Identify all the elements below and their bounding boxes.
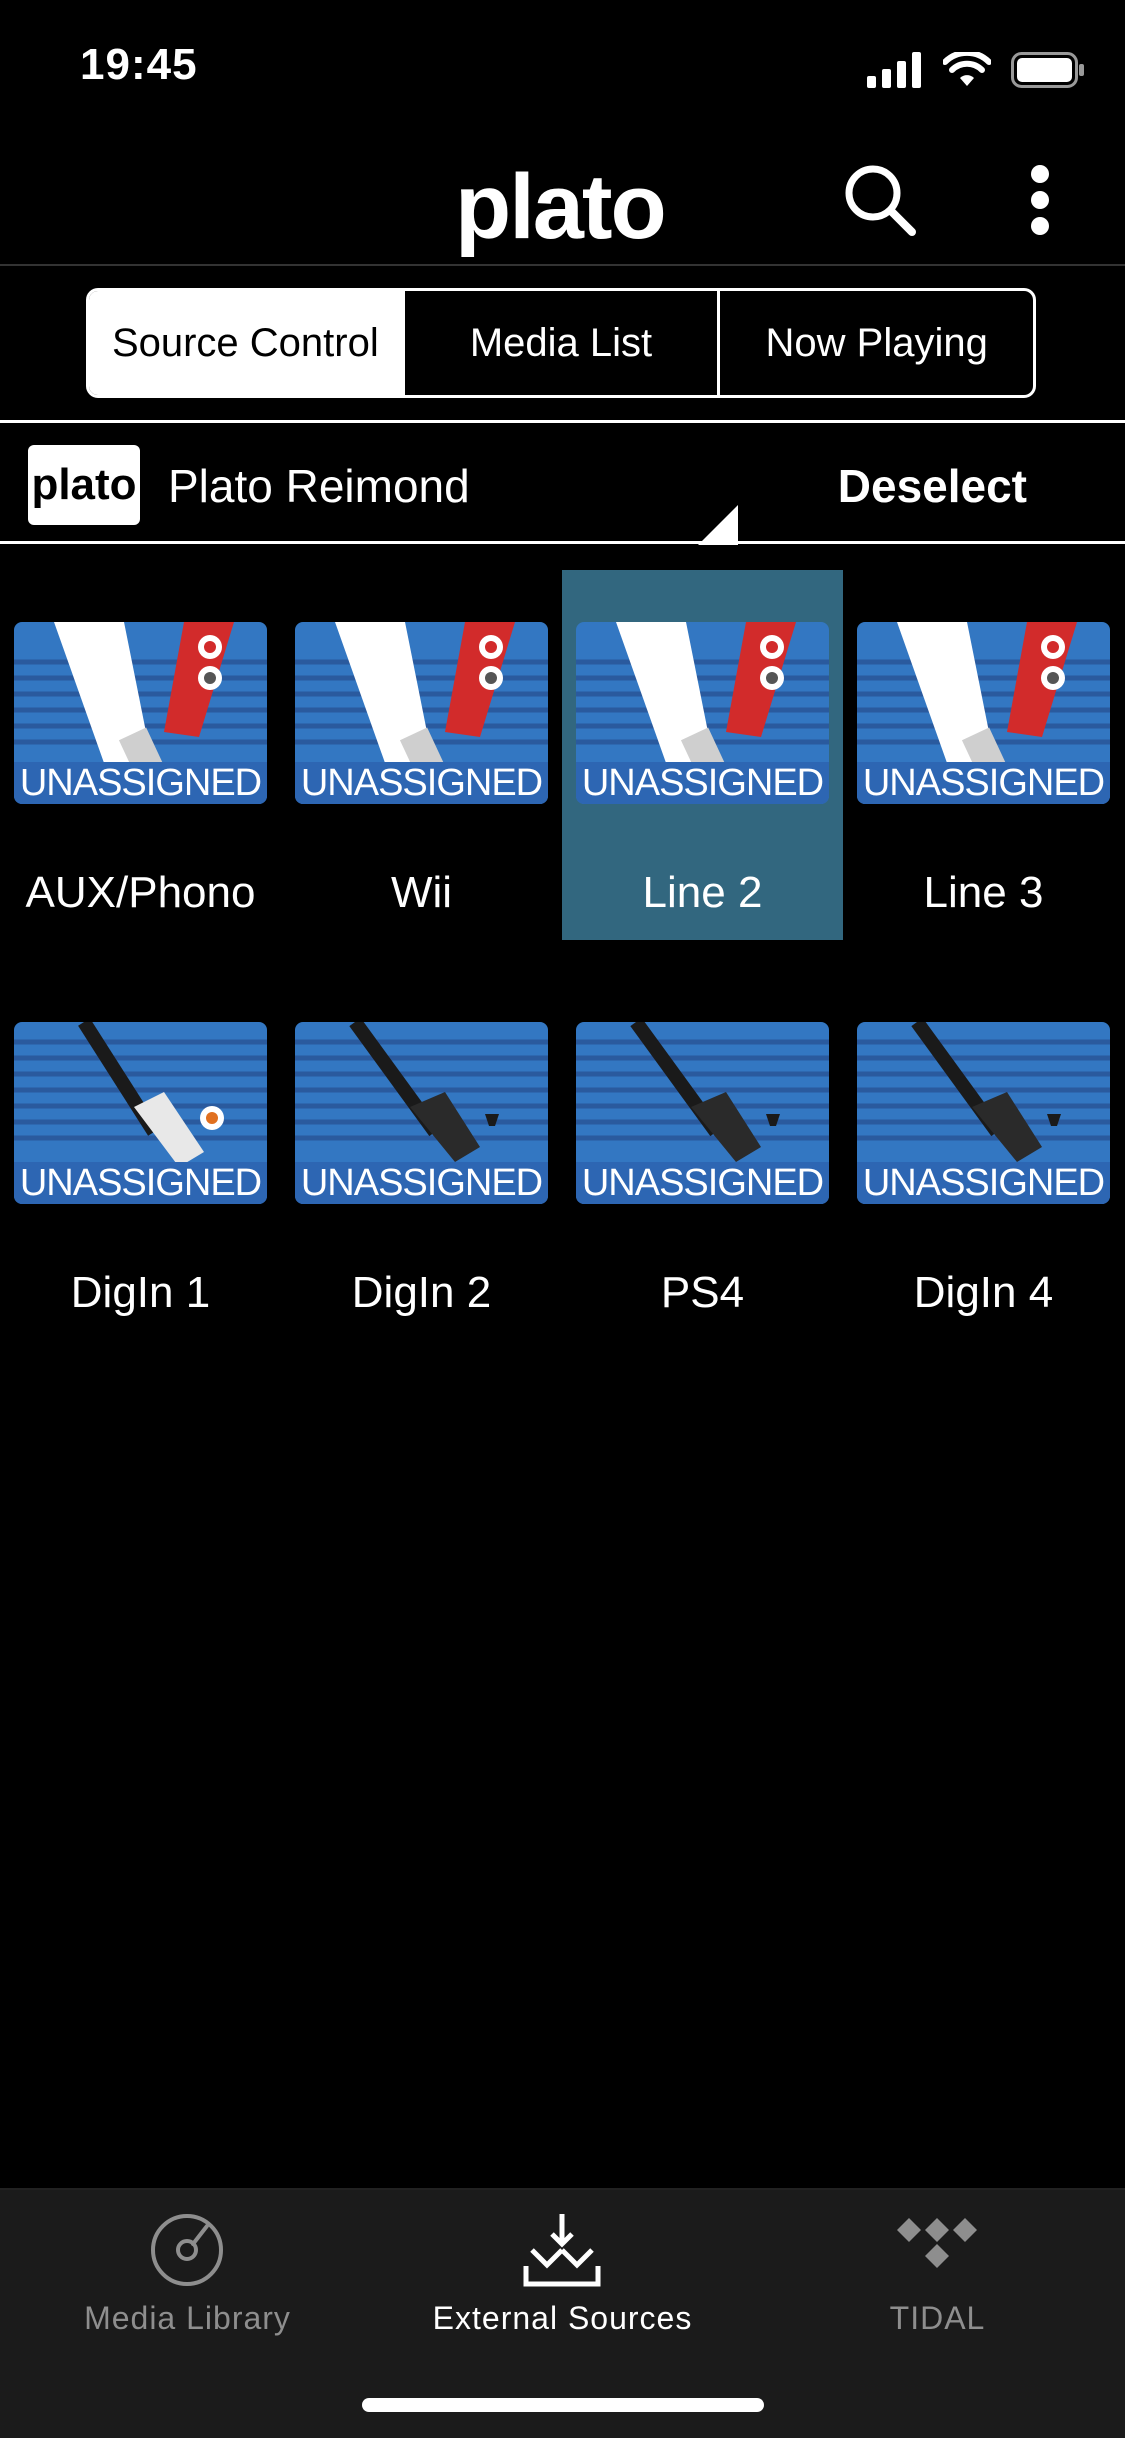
device-bar: plato Plato Reimond Deselect — [0, 420, 1125, 545]
unassigned-badge: UNASSIGNED — [14, 762, 267, 804]
rca-cable-icon: UNASSIGNED — [576, 622, 829, 804]
rca-cable-icon: UNASSIGNED — [857, 622, 1110, 804]
more-options-icon[interactable] — [1010, 160, 1070, 240]
tab-media-list[interactable]: Media List — [405, 291, 721, 395]
source-tile-ps4[interactable]: UNASSIGNED PS4 — [562, 970, 843, 1340]
app-header: plato — [0, 140, 1125, 266]
source-label: AUX/Phono — [25, 868, 256, 917]
home-indicator[interactable] — [362, 2398, 764, 2412]
status-bar: 19:45 — [0, 0, 1125, 140]
source-tile-digin-2[interactable]: UNASSIGNED DigIn 2 — [281, 970, 562, 1340]
tab-tidal[interactable]: TIDAL — [750, 2190, 1125, 2390]
unassigned-badge: UNASSIGNED — [857, 762, 1110, 804]
unassigned-badge: UNASSIGNED — [14, 1162, 267, 1204]
source-label: Line 2 — [642, 868, 763, 917]
battery-icon — [1011, 52, 1084, 88]
deselect-button[interactable]: Deselect — [838, 459, 1027, 513]
input-arrows-icon — [523, 2214, 601, 2287]
source-label: DigIn 2 — [351, 1268, 492, 1317]
tab-label: External Sources — [432, 2300, 693, 2336]
wifi-icon — [943, 52, 991, 86]
coaxial-cable-icon: UNASSIGNED — [14, 1022, 267, 1204]
source-label: DigIn 1 — [70, 1268, 211, 1317]
optical-cable-icon: UNASSIGNED — [857, 1022, 1110, 1204]
unassigned-badge: UNASSIGNED — [576, 1162, 829, 1204]
optical-cable-icon: UNASSIGNED — [295, 1022, 548, 1204]
source-tile-line-3[interactable]: UNASSIGNED Line 3 — [843, 570, 1124, 940]
tab-media-library[interactable]: Media Library — [0, 2190, 375, 2390]
device-name[interactable]: Plato Reimond — [168, 459, 470, 513]
source-label: PS4 — [660, 1268, 745, 1317]
selection-pointer — [698, 505, 738, 545]
source-tile-line-2[interactable]: UNASSIGNED Line 2 — [562, 570, 843, 940]
plato-logo: plato — [455, 156, 667, 258]
optical-cable-icon: UNASSIGNED — [576, 1022, 829, 1204]
tab-external-sources[interactable]: External Sources — [375, 2190, 750, 2390]
view-segmented-control: Source Control Media List Now Playing — [86, 288, 1036, 398]
unassigned-badge: UNASSIGNED — [857, 1162, 1110, 1204]
source-tile-aux-phono[interactable]: UNASSIGNED AUX/Phono — [0, 570, 281, 940]
cellular-signal-icon — [867, 52, 921, 88]
unassigned-badge: UNASSIGNED — [295, 1162, 548, 1204]
search-icon[interactable] — [840, 160, 920, 240]
unassigned-badge: UNASSIGNED — [576, 762, 829, 804]
tidal-logo-icon — [897, 2218, 977, 2268]
source-tile-digin-1[interactable]: UNASSIGNED DigIn 1 — [0, 970, 281, 1340]
source-label: Line 3 — [923, 868, 1044, 917]
device-logo: plato — [28, 445, 140, 525]
rca-cable-icon: UNASSIGNED — [14, 622, 267, 804]
source-tile-wii[interactable]: UNASSIGNED Wii — [281, 570, 562, 940]
tab-now-playing[interactable]: Now Playing — [720, 291, 1033, 395]
vinyl-disc-icon — [151, 2214, 223, 2286]
source-label: DigIn 4 — [913, 1268, 1054, 1317]
tab-label: Media Library — [84, 2300, 291, 2336]
tab-label: TIDAL — [889, 2300, 986, 2336]
rca-cable-icon: UNASSIGNED — [295, 622, 548, 804]
status-icons — [867, 50, 1085, 90]
source-label: Wii — [390, 868, 453, 917]
status-time: 19:45 — [80, 40, 198, 89]
unassigned-badge: UNASSIGNED — [295, 762, 548, 804]
tab-source-control[interactable]: Source Control — [89, 291, 405, 395]
source-tile-digin-4[interactable]: UNASSIGNED DigIn 4 — [843, 970, 1124, 1340]
